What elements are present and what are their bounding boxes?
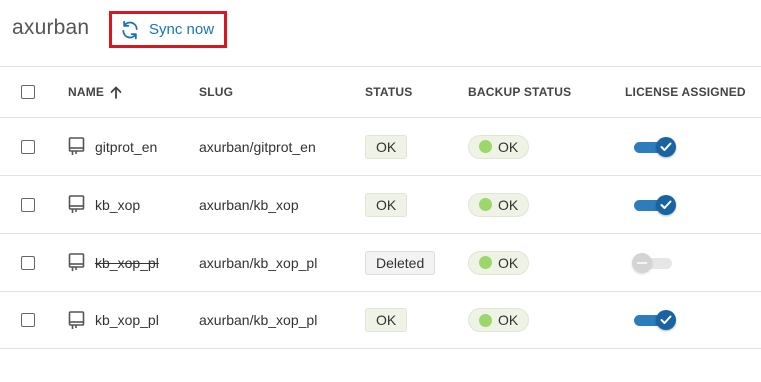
status-badge: Deleted bbox=[365, 250, 436, 275]
backup-status-badge: OK bbox=[468, 134, 530, 159]
checkmark-icon bbox=[660, 142, 672, 151]
backup-status-label: OK bbox=[498, 312, 519, 328]
backup-status-badge: OK bbox=[468, 192, 530, 217]
license-toggle[interactable] bbox=[632, 136, 676, 158]
repository-icon bbox=[68, 310, 85, 329]
checkmark-icon bbox=[660, 315, 672, 324]
sync-icon bbox=[122, 20, 138, 39]
row-checkbox[interactable] bbox=[21, 139, 35, 154]
backup-status-label: OK bbox=[498, 138, 519, 155]
column-header-name[interactable]: NAME bbox=[68, 67, 122, 117]
repository-slug: axurban/kb_xop_pl bbox=[199, 312, 318, 328]
minus-icon bbox=[637, 261, 647, 264]
repository-icon bbox=[68, 195, 85, 213]
organization-name: axurban bbox=[12, 16, 90, 39]
sync-now-label: Sync now bbox=[149, 21, 215, 38]
select-all-checkbox[interactable] bbox=[21, 85, 35, 99]
table-row: kb_xop_pl axurban/kb_xop_pl Deleted OK bbox=[0, 233, 761, 291]
license-toggle[interactable] bbox=[632, 252, 676, 274]
column-header-status[interactable]: STATUS bbox=[365, 67, 412, 117]
table-header-row: NAME SLUG STATUS BACKUP STATUS LICENSE A… bbox=[0, 66, 761, 117]
status-dot-icon bbox=[479, 313, 492, 327]
status-dot-icon bbox=[479, 198, 492, 211]
column-header-slug[interactable]: SLUG bbox=[199, 67, 233, 117]
backup-status-label: OK bbox=[498, 254, 519, 271]
sync-now-button[interactable]: Sync now bbox=[109, 11, 227, 48]
status-dot-icon bbox=[479, 256, 492, 269]
column-header-license-assigned[interactable]: LICENSE ASSIGNED bbox=[625, 67, 746, 117]
column-header-backup-status[interactable]: BACKUP STATUS bbox=[468, 67, 571, 117]
backup-status-badge: OK bbox=[468, 250, 530, 275]
repository-icon bbox=[68, 253, 85, 271]
repository-slug: axurban/kb_xop bbox=[199, 196, 299, 213]
repository-name[interactable]: gitprot_en bbox=[95, 139, 157, 155]
repository-slug: axurban/kb_xop_pl bbox=[199, 254, 318, 271]
repository-name[interactable]: kb_xop_pl bbox=[95, 312, 159, 328]
checkmark-icon bbox=[660, 200, 672, 209]
table-row: kb_xop_pl axurban/kb_xop_pl OK OK bbox=[0, 291, 761, 349]
license-toggle[interactable] bbox=[632, 194, 676, 216]
arrow-up-icon bbox=[110, 86, 122, 99]
repository-name[interactable]: kb_xop bbox=[95, 197, 140, 213]
row-checkbox[interactable] bbox=[21, 197, 35, 212]
row-checkbox[interactable] bbox=[21, 255, 35, 270]
license-toggle[interactable] bbox=[632, 309, 676, 331]
backup-status-badge: OK bbox=[468, 308, 530, 332]
repository-icon bbox=[68, 137, 85, 155]
table-row: gitprot_en axurban/gitprot_en OK OK bbox=[0, 117, 761, 175]
repository-slug: axurban/gitprot_en bbox=[199, 138, 316, 155]
column-header-name-label: NAME bbox=[68, 85, 105, 99]
row-checkbox[interactable] bbox=[21, 313, 35, 327]
status-badge: OK bbox=[365, 192, 408, 217]
status-badge: OK bbox=[365, 134, 408, 159]
table-row: kb_xop axurban/kb_xop OK OK bbox=[0, 175, 761, 233]
backup-status-label: OK bbox=[498, 196, 519, 213]
page-header: axurban Sync now bbox=[0, 0, 761, 66]
repositories-table: NAME SLUG STATUS BACKUP STATUS LICENSE A… bbox=[0, 66, 761, 349]
status-dot-icon bbox=[479, 140, 492, 153]
status-badge: OK bbox=[365, 308, 408, 332]
repository-name[interactable]: kb_xop_pl bbox=[95, 255, 159, 271]
